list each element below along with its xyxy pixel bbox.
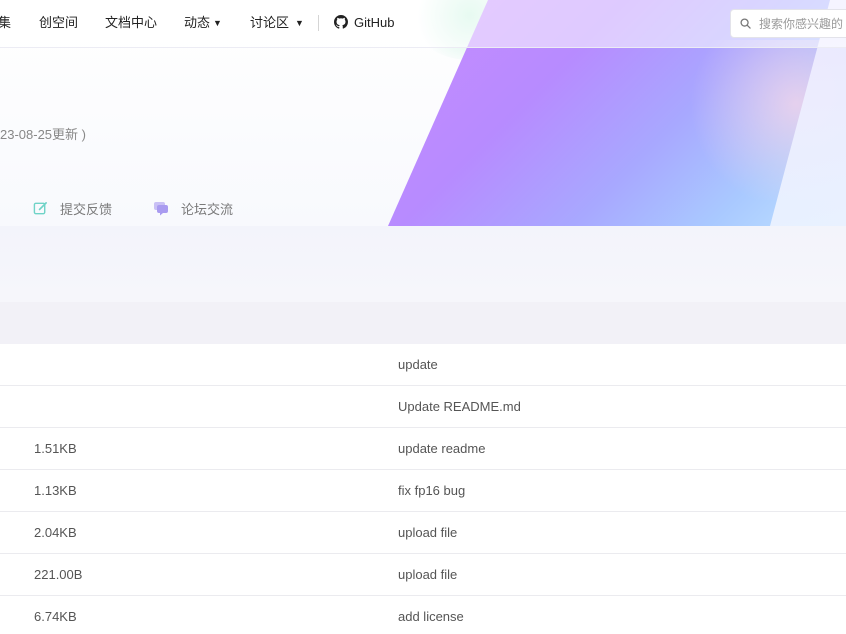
search-icon xyxy=(740,18,751,29)
file-size: 1.51KB xyxy=(34,441,77,456)
table-row[interactable]: update xyxy=(0,344,846,386)
forum-discussion-link[interactable]: 论坛交流 xyxy=(153,199,233,218)
github-label: GitHub xyxy=(354,15,395,30)
search-box[interactable] xyxy=(730,9,846,38)
nav-item-github[interactable]: GitHub xyxy=(334,15,394,31)
edit-icon xyxy=(33,202,47,215)
file-size: 6.74KB xyxy=(34,609,77,624)
file-size: 221.00B xyxy=(34,567,83,582)
commit-message[interactable]: fix fp16 bug xyxy=(398,483,465,498)
github-icon xyxy=(334,15,348,29)
table-row[interactable]: 6.74KB add license xyxy=(0,596,846,634)
table-row[interactable]: Update README.md xyxy=(0,386,846,428)
nav-item-forum[interactable]: 讨论区 ▼ xyxy=(250,15,304,31)
search-input[interactable] xyxy=(759,16,846,32)
commit-message[interactable]: update readme xyxy=(398,441,485,456)
nav-item-forum-label: 讨论区 xyxy=(250,15,290,30)
commit-message[interactable]: Update README.md xyxy=(398,399,521,414)
table-row[interactable]: 1.13KB fix fp16 bug xyxy=(0,470,846,512)
submit-feedback-label: 提交反馈 xyxy=(60,202,113,217)
commit-message[interactable]: upload file xyxy=(398,525,457,540)
commit-message[interactable]: upload file xyxy=(398,567,457,582)
file-size: 2.04KB xyxy=(34,525,77,540)
table-row[interactable]: 2.04KB upload file xyxy=(0,512,846,554)
chat-icon xyxy=(154,202,168,216)
chevron-down-icon: ▼ xyxy=(295,18,304,28)
file-table: update Update README.md 1.51KB update re… xyxy=(0,344,846,634)
file-table-header xyxy=(0,302,846,344)
update-date-note: 23-08-25更新 ) xyxy=(0,127,86,142)
file-size: 1.13KB xyxy=(34,483,77,498)
nav-item-docs[interactable]: 文档中心 xyxy=(105,15,157,31)
submit-feedback-link[interactable]: 提交反馈 xyxy=(33,199,112,218)
commit-message[interactable]: add license xyxy=(398,609,464,624)
commit-message[interactable]: update xyxy=(398,357,438,372)
nav-item-news-label: 动态 xyxy=(184,15,211,30)
forum-discussion-label: 论坛交流 xyxy=(181,202,234,217)
table-row[interactable]: 1.51KB update readme xyxy=(0,428,846,470)
top-navbar: 集 创空间 文档中心 动态 ▼ 讨论区 ▼ GitHub xyxy=(0,0,846,48)
nav-item-studios[interactable]: 创空间 xyxy=(39,15,78,31)
section-band xyxy=(0,226,846,302)
chevron-down-icon: ▼ xyxy=(213,18,222,28)
table-row[interactable]: 221.00B upload file xyxy=(0,554,846,596)
nav-divider xyxy=(318,15,319,31)
nav-item-collections[interactable]: 集 xyxy=(0,15,11,31)
nav-item-news[interactable]: 动态 ▼ xyxy=(184,15,222,31)
